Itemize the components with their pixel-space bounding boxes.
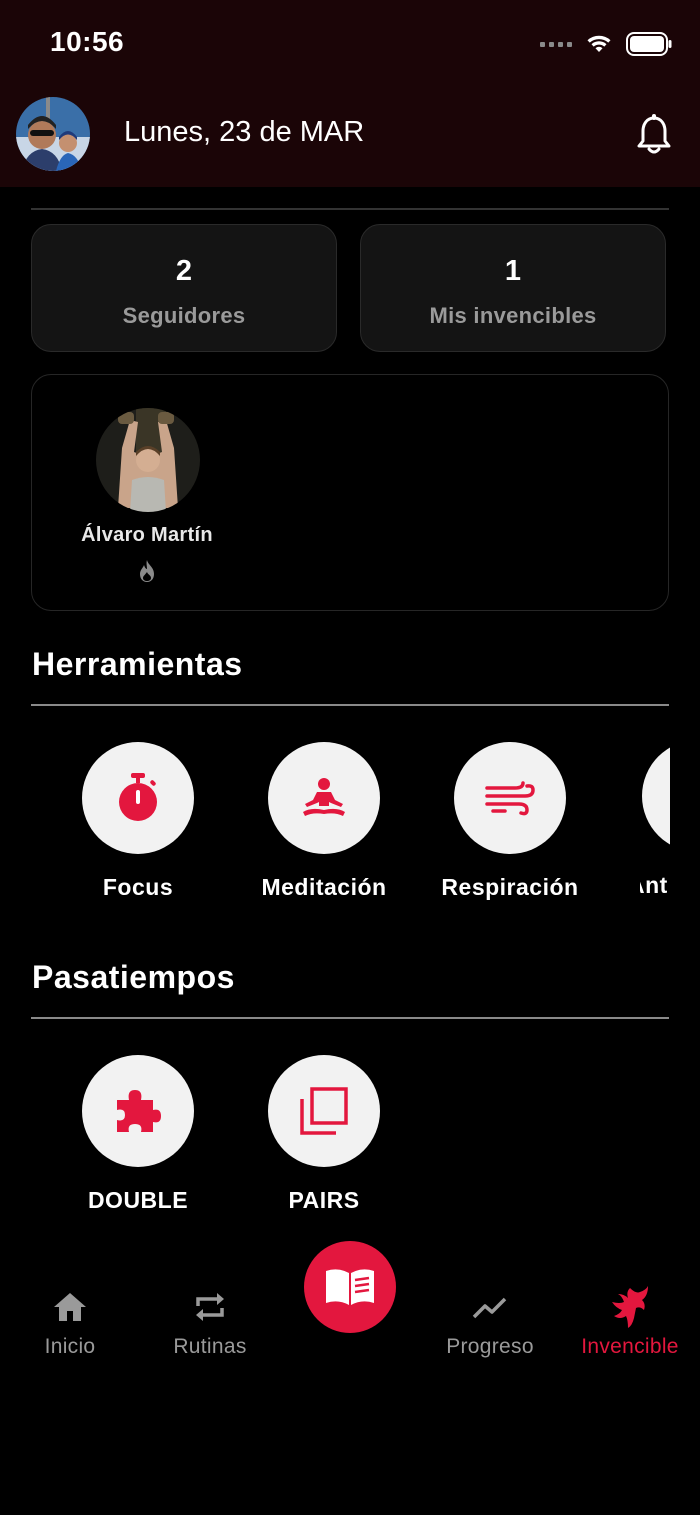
- status-time: 10:56: [50, 26, 125, 57]
- invincibles-count: 1: [504, 255, 522, 287]
- phoenix-icon: [612, 1286, 648, 1328]
- top-divider: [31, 208, 669, 210]
- nav-label-rutinas: Rutinas: [173, 1335, 247, 1358]
- nav-invencible[interactable]: Invencible: [560, 1285, 700, 1359]
- tool-respiracion[interactable]: Respiración: [420, 742, 600, 901]
- followers-count: 2: [175, 255, 193, 287]
- followers-card[interactable]: 2 Seguidores: [31, 224, 337, 352]
- invincibles-label: Mis invencibles: [429, 303, 597, 328]
- bell-icon[interactable]: [636, 114, 672, 156]
- header-date: Lunes, 23 de MAR: [124, 116, 365, 148]
- tool-meditacion[interactable]: Meditación: [234, 742, 414, 901]
- game-double[interactable]: DOUBLE: [48, 1055, 228, 1214]
- user-avatar[interactable]: [16, 97, 90, 171]
- tool-label-respiracion: Respiración: [441, 874, 579, 900]
- nav-center-book-button[interactable]: [304, 1241, 396, 1333]
- tool-label-meditacion: Meditación: [261, 874, 387, 900]
- friend-avatar[interactable]: [96, 408, 200, 512]
- home-icon: [54, 1293, 86, 1321]
- invincibles-card[interactable]: 1 Mis invencibles: [360, 224, 666, 352]
- battery-icon: [626, 32, 672, 56]
- section-title-pasatiempos: Pasatiempos: [32, 959, 235, 995]
- friends-card: Álvaro Martín: [31, 374, 669, 611]
- puzzle-icon: [117, 1090, 161, 1132]
- game-label-pairs: PAIRS: [288, 1187, 360, 1213]
- book-icon: [326, 1269, 374, 1305]
- game-label-double: DOUBLE: [87, 1187, 189, 1213]
- divider-herramientas: [31, 704, 669, 706]
- followers-label: Seguidores: [122, 303, 246, 328]
- meditation-icon: [303, 778, 345, 816]
- partial-tool-icon: [642, 740, 670, 852]
- nav-label-inicio: Inicio: [44, 1335, 96, 1358]
- nav-label-invencible: Invencible: [581, 1335, 679, 1358]
- wind-icon: [485, 781, 535, 816]
- status-icons: [540, 30, 672, 58]
- flame-icon: [140, 560, 154, 582]
- stopwatch-icon: [119, 773, 157, 821]
- divider-pasatiempos: [31, 1017, 669, 1019]
- cards-icon: [300, 1087, 348, 1135]
- repeat-icon: [196, 1293, 224, 1321]
- trending-icon: [472, 1297, 507, 1319]
- wifi-icon: [587, 35, 611, 52]
- section-title-herramientas: Herramientas: [32, 646, 243, 682]
- tool-partial[interactable]: Ant: [640, 740, 670, 920]
- tool-label-focus: Focus: [102, 874, 174, 900]
- signal-icon: [540, 41, 572, 47]
- tool-focus[interactable]: Focus: [48, 742, 228, 901]
- tool-label-partial: Ant: [640, 872, 668, 898]
- nav-inicio[interactable]: Inicio: [0, 1285, 140, 1359]
- nav-label-progreso: Progreso: [446, 1335, 534, 1358]
- nav-rutinas[interactable]: Rutinas: [140, 1285, 280, 1359]
- nav-progreso[interactable]: Progreso: [420, 1285, 560, 1359]
- friend-name: Álvaro Martín: [81, 524, 213, 546]
- game-pairs[interactable]: PAIRS: [234, 1055, 414, 1214]
